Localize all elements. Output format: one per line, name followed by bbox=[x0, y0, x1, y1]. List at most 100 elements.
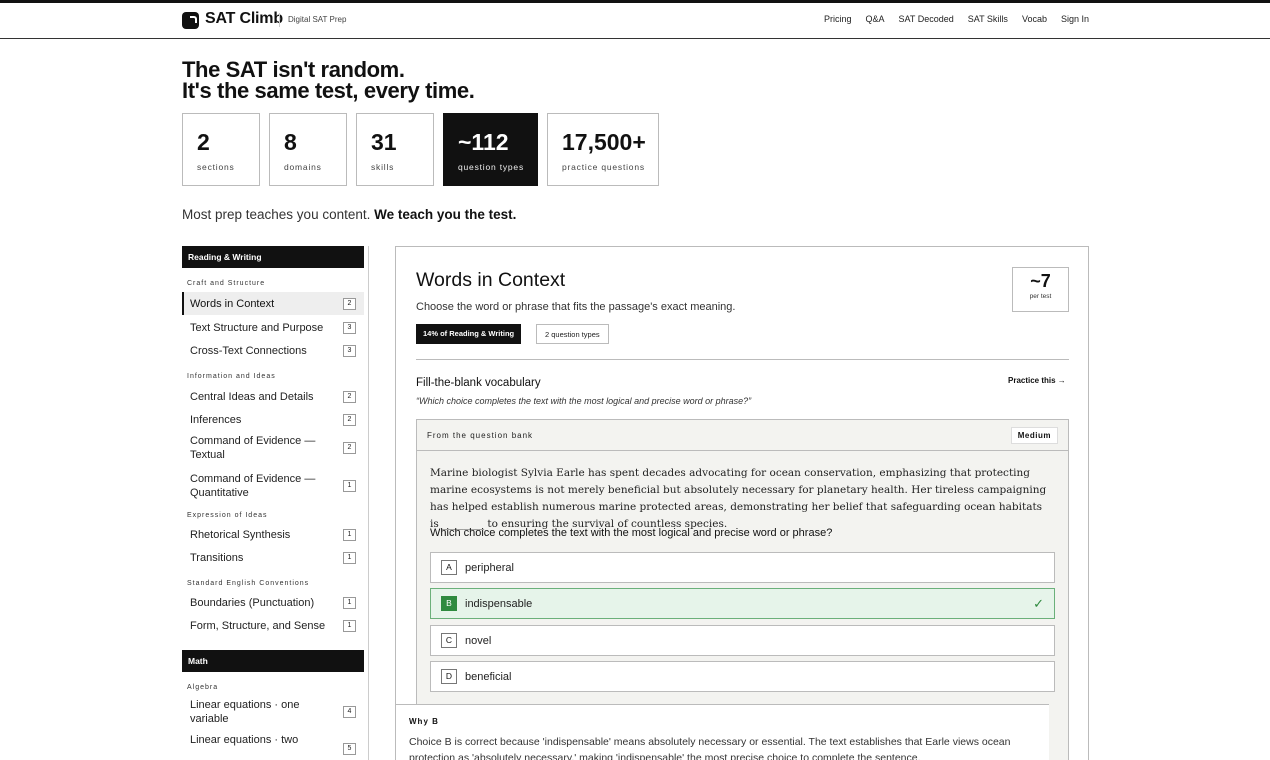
answer-choice-d[interactable]: D beneficial bbox=[430, 661, 1055, 692]
nav-link-sat-skills[interactable]: SAT Skills bbox=[968, 14, 1008, 24]
choice-letter: A bbox=[441, 560, 457, 575]
count-badge: 1 bbox=[343, 619, 356, 632]
stat-number: ~112 bbox=[458, 129, 509, 155]
sidebar-item-words-in-context[interactable]: Words in Context 2 bbox=[182, 292, 364, 315]
sidebar-item-form-structure[interactable]: Form, Structure, and Sense 1 bbox=[182, 614, 364, 637]
divider bbox=[416, 359, 1069, 360]
sidebar-section-header[interactable]: Reading & Writing bbox=[182, 246, 364, 268]
skill-description: Choose the word or phrase that fits the … bbox=[416, 301, 736, 313]
answer-choice-b[interactable]: B indispensable ✓ bbox=[430, 588, 1055, 619]
count-badge: 1 bbox=[343, 596, 356, 609]
count-badge: 1 bbox=[343, 528, 356, 541]
sidebar-item-linear-two[interactable]: Linear equations · two 5 bbox=[182, 733, 364, 760]
sidebar-item-text-structure[interactable]: Text Structure and Purpose 3 bbox=[182, 316, 364, 339]
sidebar-item-label: Boundaries (Punctuation) bbox=[190, 596, 315, 609]
question-card-header: From the question bank Medium bbox=[417, 420, 1068, 451]
question-source: From the question bank bbox=[427, 431, 534, 440]
sidebar-group-title: Standard English Conventions bbox=[187, 580, 310, 587]
sidebar-item-rhetorical-synthesis[interactable]: Rhetorical Synthesis 1 bbox=[182, 523, 364, 546]
stat-number: 17,500+ bbox=[562, 129, 646, 155]
explanation-title: Why B bbox=[409, 717, 439, 726]
question-types-pill: 2 question types bbox=[536, 324, 609, 344]
question-prompt: Which choice completes the text with the… bbox=[430, 527, 833, 539]
sidebar-item-evidence-textual[interactable]: Command of Evidence — Textual 2 bbox=[182, 432, 364, 463]
stat-label: domains bbox=[284, 162, 322, 172]
choice-letter: B bbox=[441, 596, 457, 611]
choice-letter: D bbox=[441, 669, 457, 684]
stat-card: 17,500+ practice questions bbox=[547, 113, 659, 186]
lede-plain: Most prep teaches you content. bbox=[182, 207, 375, 222]
nav-link-sat-decoded[interactable]: SAT Decoded bbox=[899, 14, 954, 24]
hero-line-2: It's the same test, every time. bbox=[182, 78, 475, 103]
checkmark-icon: ✓ bbox=[1033, 596, 1044, 611]
stat-label: practice questions bbox=[562, 162, 645, 172]
nav-link-qa[interactable]: Q&A bbox=[866, 14, 885, 24]
question-type-stem: “Which choice completes the text with th… bbox=[416, 396, 752, 406]
sidebar-item-central-ideas[interactable]: Central Ideas and Details 2 bbox=[182, 385, 364, 408]
practice-link[interactable]: Practice this → bbox=[1008, 376, 1066, 385]
choice-text: peripheral bbox=[465, 561, 514, 574]
stat-number: 31 bbox=[371, 129, 397, 155]
stat-card: 8 domains bbox=[269, 113, 347, 186]
brand-tagline: Digital SAT Prep bbox=[279, 13, 346, 27]
stats-row: 2 sections 8 domains 31 skills ~112 ques… bbox=[182, 113, 659, 186]
stat-card: 2 sections bbox=[182, 113, 260, 186]
stat-card: 31 skills bbox=[356, 113, 434, 186]
question-type-title: Fill-the-blank vocabulary bbox=[416, 377, 541, 389]
stat-label: question types bbox=[458, 162, 525, 172]
stat-number: 2 bbox=[197, 129, 210, 155]
count-badge: 4 bbox=[343, 705, 356, 718]
sidebar-divider bbox=[368, 246, 369, 760]
answer-choice-a[interactable]: A peripheral bbox=[430, 552, 1055, 583]
skill-detail-panel: Words in Context Choose the word or phra… bbox=[395, 246, 1089, 760]
nav-link-vocab[interactable]: Vocab bbox=[1022, 14, 1047, 24]
sidebar-group-title: Information and Ideas bbox=[187, 373, 276, 380]
choice-letter: C bbox=[441, 633, 457, 648]
count-badge: 2 bbox=[343, 297, 356, 310]
sidebar-item-label: Words in Context bbox=[190, 297, 275, 310]
stat-label: skills bbox=[371, 162, 395, 172]
choice-text: indispensable bbox=[465, 597, 533, 610]
sidebar-item-label: Form, Structure, and Sense bbox=[190, 619, 326, 632]
choice-text: beneficial bbox=[465, 670, 512, 683]
count-badge: 1 bbox=[343, 479, 356, 492]
answer-choice-c[interactable]: C novel bbox=[430, 625, 1055, 656]
sidebar-item-label: Cross-Text Connections bbox=[190, 344, 307, 357]
sidebar-item-cross-text[interactable]: Cross-Text Connections 3 bbox=[182, 339, 364, 362]
per-test-number: ~7 bbox=[1030, 271, 1051, 291]
nav-link-pricing[interactable]: Pricing bbox=[824, 14, 852, 24]
count-badge: 2 bbox=[343, 413, 356, 426]
stat-card-highlighted: ~112 question types bbox=[443, 113, 538, 186]
sidebar-item-evidence-quantitative[interactable]: Command of Evidence — Quantitative 1 bbox=[182, 470, 364, 501]
sidebar-item-label: Linear equations · two bbox=[190, 734, 299, 746]
sidebar-item-linear-one-variable[interactable]: Linear equations · one variable 4 bbox=[182, 696, 364, 727]
skills-sidebar: Reading & Writing Craft and Structure Wo… bbox=[182, 246, 364, 760]
nav-links: Pricing Q&A SAT Decoded SAT Skills Vocab… bbox=[824, 14, 1089, 24]
count-badge: 3 bbox=[343, 344, 356, 357]
count-badge: 2 bbox=[343, 390, 356, 403]
sidebar-item-label: Linear equations · one variable bbox=[190, 698, 300, 725]
sidebar-item-label: Command of Evidence — Quantitative bbox=[190, 472, 316, 499]
sidebar-section-header[interactable]: Math bbox=[182, 650, 364, 672]
sidebar-item-transitions[interactable]: Transitions 1 bbox=[182, 546, 364, 569]
nav-link-sign-in[interactable]: Sign In bbox=[1061, 14, 1089, 24]
count-badge: 5 bbox=[343, 743, 356, 755]
choice-text: novel bbox=[465, 634, 492, 647]
top-nav: SAT Climb Digital SAT Prep Pricing Q&A S… bbox=[0, 3, 1270, 39]
question-passage: Marine biologist Sylvia Earle has spent … bbox=[430, 467, 1047, 530]
explanation-section: Why B Choice B is correct because 'indis… bbox=[396, 704, 1049, 760]
hero-heading: The SAT isn't random. It's the same test… bbox=[182, 59, 475, 103]
count-badge: 2 bbox=[343, 441, 356, 454]
logo-icon[interactable] bbox=[182, 12, 199, 29]
sidebar-item-boundaries[interactable]: Boundaries (Punctuation) 1 bbox=[182, 591, 364, 614]
explanation-text: Choice B is correct because 'indispensab… bbox=[409, 736, 1011, 760]
count-badge: 1 bbox=[343, 551, 356, 564]
lede-text: Most prep teaches you content. We teach … bbox=[182, 207, 516, 222]
sidebar-item-label: Text Structure and Purpose bbox=[190, 321, 324, 334]
per-test-label: per test bbox=[1029, 293, 1052, 300]
sidebar-group-title: Expression of Ideas bbox=[187, 512, 268, 519]
per-test-box: ~7 per test bbox=[1012, 267, 1069, 312]
sidebar-item-inferences[interactable]: Inferences 2 bbox=[182, 408, 364, 431]
sidebar-group-title: Craft and Structure bbox=[187, 280, 266, 287]
brand-name[interactable]: SAT Climb bbox=[205, 10, 283, 28]
